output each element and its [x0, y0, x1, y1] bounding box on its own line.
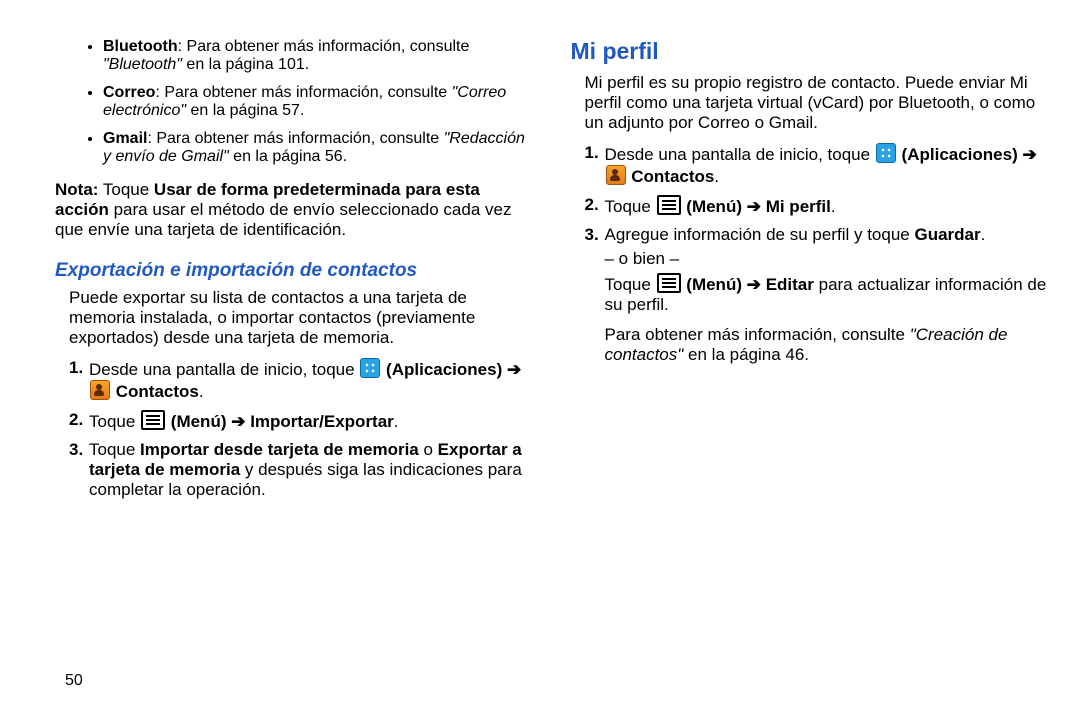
apps-icon [876, 143, 896, 163]
step-text: o [419, 440, 438, 459]
info-bullet-list: Bluetooth: Para obtener más información,… [55, 38, 535, 166]
step-text: Toque [89, 440, 140, 459]
steps-list: 1. Desde una pantalla de inicio, toque (… [55, 358, 535, 500]
note-before: Toque [98, 180, 153, 199]
contacts-label: Contactos [116, 382, 199, 401]
bullet-label: Correo [103, 84, 155, 101]
intro-paragraph: Mi perfil es su propio registro de conta… [585, 73, 1051, 133]
my-profile-label: Mi perfil [766, 197, 831, 216]
step-text: Agregue información de su perfil y toque [605, 225, 915, 244]
steps-list: 1. Desde una pantalla de inicio, toque (… [571, 143, 1051, 365]
bullet-label: Gmail [103, 130, 147, 147]
apps-icon [360, 358, 380, 378]
bullet-text: : Para obtener más información, consulte [178, 38, 470, 55]
left-column: Bluetooth: Para obtener más información,… [55, 38, 553, 700]
menu-icon [657, 195, 681, 215]
contacts-icon [90, 380, 110, 400]
step-text: Toque [605, 197, 656, 216]
step-number: 1. [585, 143, 599, 163]
menu-label: (Menú) [171, 412, 227, 431]
manual-page: Bluetooth: Para obtener más información,… [0, 0, 1080, 720]
import-option: Importar desde tarjeta de memoria [140, 440, 419, 459]
menu-label: (Menú) [686, 275, 742, 294]
bullet-text: : Para obtener más información, consulte [147, 130, 443, 147]
step-number: 2. [69, 410, 83, 430]
bullet-label: Bluetooth [103, 38, 178, 55]
list-item: Correo: Para obtener más información, co… [103, 84, 535, 120]
more-info-text: Para obtener más información, consulte [605, 325, 910, 344]
note-label: Nota: [55, 180, 98, 199]
step-number: 1. [69, 358, 83, 378]
step-text: Toque [89, 412, 140, 431]
edit-label: Editar [766, 275, 814, 294]
bullet-tail: en la página 57. [186, 102, 304, 119]
step-item: 3. Toque Importar desde tarjeta de memor… [69, 440, 535, 500]
step-item: 2. Toque (Menú) ➔ Mi perfil. [585, 195, 1051, 217]
list-item: Bluetooth: Para obtener más información,… [103, 38, 535, 74]
arrow-icon: ➔ [747, 197, 766, 216]
section-heading: Mi perfil [571, 38, 1051, 65]
step-item: 3. Agregue información de su perfil y to… [585, 225, 1051, 365]
step-text: Toque [605, 275, 656, 294]
or-divider: – o bien – [605, 249, 1051, 269]
save-label: Guardar [914, 225, 980, 244]
contacts-label: Contactos [631, 167, 714, 186]
more-info: Para obtener más información, consulte "… [605, 325, 1051, 365]
step-number: 3. [69, 440, 83, 460]
step-number: 3. [585, 225, 599, 245]
contacts-icon [606, 165, 626, 185]
intro-paragraph: Puede exportar su lista de contactos a u… [69, 288, 535, 348]
bullet-ref: "Bluetooth" [103, 56, 182, 73]
arrow-icon: ➔ [1022, 145, 1036, 164]
note-block: Nota: Toque Usar de forma predeterminada… [55, 180, 535, 240]
more-info-tail: en la página 46. [683, 345, 809, 364]
subsection-heading: Exportación e importación de contactos [55, 260, 535, 282]
step-text: Desde una pantalla de inicio, toque [605, 145, 875, 164]
import-export-label: Importar/Exportar [250, 412, 394, 431]
step-item: 2. Toque (Menú) ➔ Importar/Exportar. [69, 410, 535, 432]
bullet-tail: en la página 101. [182, 56, 309, 73]
step-item: 1. Desde una pantalla de inicio, toque (… [69, 358, 535, 402]
apps-label: (Aplicaciones) [386, 360, 502, 379]
step-item: 1. Desde una pantalla de inicio, toque (… [585, 143, 1051, 187]
step-number: 2. [585, 195, 599, 215]
arrow-icon: ➔ [747, 275, 766, 294]
step-text: Desde una pantalla de inicio, toque [89, 360, 359, 379]
list-item: Gmail: Para obtener más información, con… [103, 130, 535, 166]
bullet-text: : Para obtener más información, consulte [155, 84, 451, 101]
right-column: Mi perfil Mi perfil es su propio registr… [553, 38, 1051, 700]
apps-label: (Aplicaciones) [902, 145, 1018, 164]
menu-icon [657, 273, 681, 293]
menu-icon [141, 410, 165, 430]
arrow-icon: ➔ [507, 360, 521, 379]
note-after: para usar el método de envío seleccionad… [55, 200, 511, 239]
menu-label: (Menú) [686, 197, 742, 216]
bullet-tail: en la página 56. [229, 148, 347, 165]
page-number: 50 [65, 672, 83, 690]
arrow-icon: ➔ [231, 412, 250, 431]
